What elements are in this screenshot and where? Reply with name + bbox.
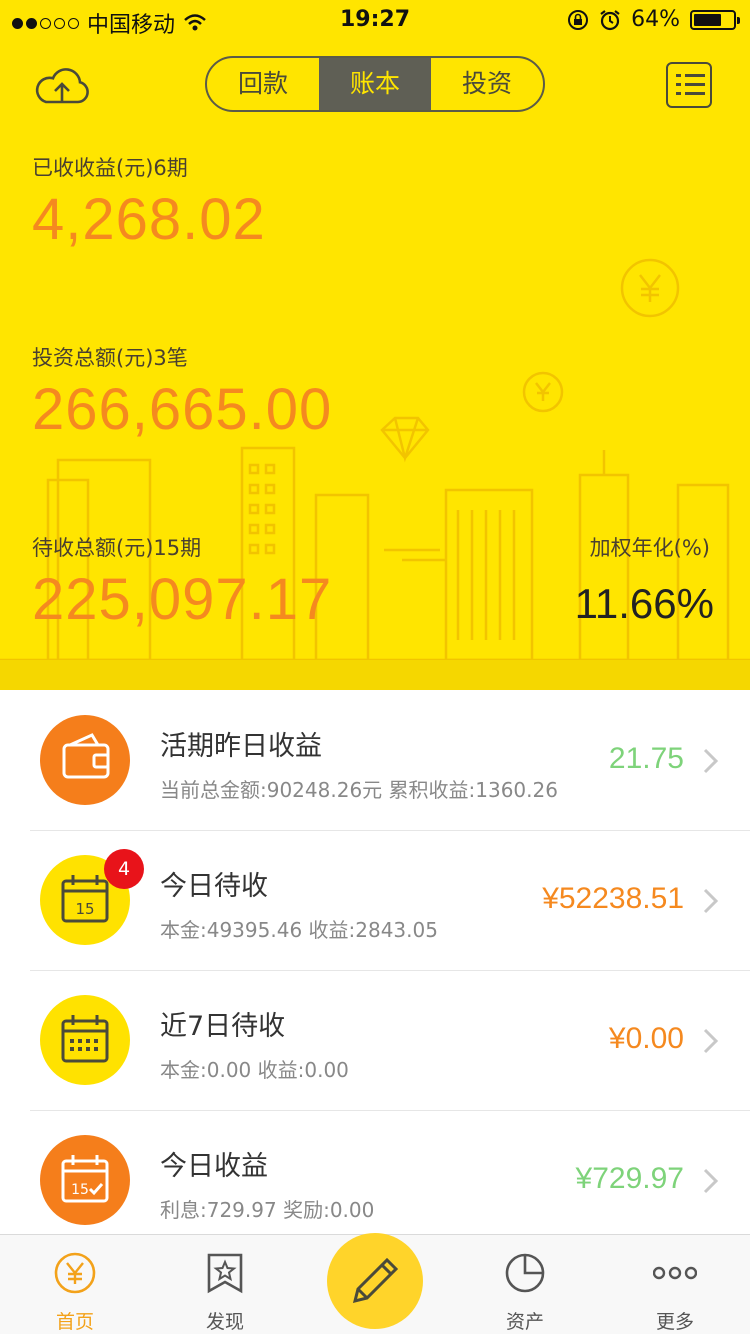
alarm-icon bbox=[600, 9, 620, 30]
item-amount: ¥52238.51 bbox=[542, 882, 684, 915]
item-subtitle: 本金:49395.46 收益:2843.05 bbox=[160, 918, 438, 942]
yuan-coin-icon bbox=[54, 1252, 96, 1294]
bottom-tab-bar: 首页 发现 资产 更多 bbox=[0, 1233, 750, 1334]
item-amount: ¥0.00 bbox=[608, 1022, 684, 1055]
invest-total-value: 266,665.00 bbox=[32, 377, 333, 442]
view-segmented-control: 回款 账本 投资 bbox=[205, 56, 545, 112]
status-right: 64% bbox=[567, 7, 740, 32]
tab-ledger[interactable]: 账本 bbox=[319, 58, 431, 110]
tab-label: 首页 bbox=[55, 1311, 94, 1333]
chevron-right-icon bbox=[703, 1168, 719, 1194]
earned-label: 已收收益(元)6期 bbox=[32, 156, 188, 180]
pending-value: 225,097.17 bbox=[32, 567, 333, 632]
item-title: 今日收益 bbox=[160, 1151, 268, 1182]
chevron-right-icon bbox=[703, 748, 719, 774]
item-subtitle: 本金:0.00 收益:0.00 bbox=[160, 1058, 349, 1082]
invest-total-label: 投资总额(元)3笔 bbox=[32, 346, 188, 370]
rate-value: 11.66% bbox=[574, 580, 714, 627]
rotation-lock-icon bbox=[568, 9, 589, 30]
item-amount: 21.75 bbox=[608, 742, 684, 775]
item-title: 活期昨日收益 bbox=[160, 731, 322, 762]
tab-label: 发现 bbox=[205, 1311, 244, 1333]
wallet-icon bbox=[40, 715, 130, 805]
svg-text:15: 15 bbox=[75, 900, 94, 918]
pending-count-badge: 4 bbox=[104, 849, 144, 889]
record-button[interactable] bbox=[327, 1233, 423, 1329]
item-amount: ¥729.97 bbox=[575, 1162, 684, 1195]
pie-chart-icon bbox=[505, 1253, 545, 1293]
tab-discover[interactable]: 发现 bbox=[170, 1235, 280, 1334]
calendar-week-icon bbox=[40, 995, 130, 1085]
tab-investment[interactable]: 投资 bbox=[431, 58, 543, 110]
battery-icon bbox=[690, 9, 740, 30]
pencil-icon bbox=[352, 1257, 399, 1304]
rate-label: 加权年化(%) bbox=[589, 536, 710, 560]
tab-label: 资产 bbox=[505, 1311, 544, 1333]
svg-text:15: 15 bbox=[71, 1182, 89, 1198]
earned-value: 4,268.02 bbox=[32, 187, 266, 252]
summary-list: 活期昨日收益 当前总金额:90248.26元 累积收益:1360.26 21.7… bbox=[0, 690, 750, 1250]
list-item-demand-yesterday[interactable]: 活期昨日收益 当前总金额:90248.26元 累积收益:1360.26 21.7… bbox=[0, 690, 750, 830]
bookmark-star-icon bbox=[207, 1253, 243, 1294]
cloud-upload-icon[interactable] bbox=[32, 62, 92, 110]
tab-more[interactable]: 更多 bbox=[620, 1235, 730, 1334]
battery-percent: 64% bbox=[631, 7, 680, 32]
list-view-icon[interactable] bbox=[666, 62, 712, 108]
pending-label: 待收总额(元)15期 bbox=[32, 536, 202, 560]
item-title: 今日待收 bbox=[160, 871, 268, 902]
more-dots-icon bbox=[653, 1266, 697, 1280]
chevron-right-icon bbox=[703, 888, 719, 914]
tab-label: 更多 bbox=[655, 1311, 694, 1333]
tab-home[interactable]: 首页 bbox=[20, 1235, 130, 1334]
list-item-today-earnings[interactable]: 15 今日收益 利息:729.97 奖励:0.00 ¥729.97 bbox=[0, 1110, 750, 1250]
tab-assets[interactable]: 资产 bbox=[470, 1235, 580, 1334]
tab-repayment[interactable]: 回款 bbox=[207, 58, 319, 110]
list-item-7day-pending[interactable]: 近7日待收 本金:0.00 收益:0.00 ¥0.00 bbox=[0, 970, 750, 1110]
item-subtitle: 利息:729.97 奖励:0.00 bbox=[160, 1198, 375, 1222]
chevron-right-icon bbox=[703, 1028, 719, 1054]
item-subtitle: 当前总金额:90248.26元 累积收益:1360.26 bbox=[160, 778, 558, 802]
item-title: 近7日待收 bbox=[160, 1011, 286, 1042]
ledger-summary: 回款 账本 投资 已收收益(元)6期 4,268.02 投资总额(元)3笔 26… bbox=[0, 40, 750, 690]
status-bar: 中国移动 19:27 64% bbox=[0, 0, 750, 40]
list-item-today-pending[interactable]: 15 4 今日待收 本金:49395.46 收益:2843.05 ¥52238.… bbox=[0, 830, 750, 970]
calendar-check-icon: 15 bbox=[40, 1135, 130, 1225]
